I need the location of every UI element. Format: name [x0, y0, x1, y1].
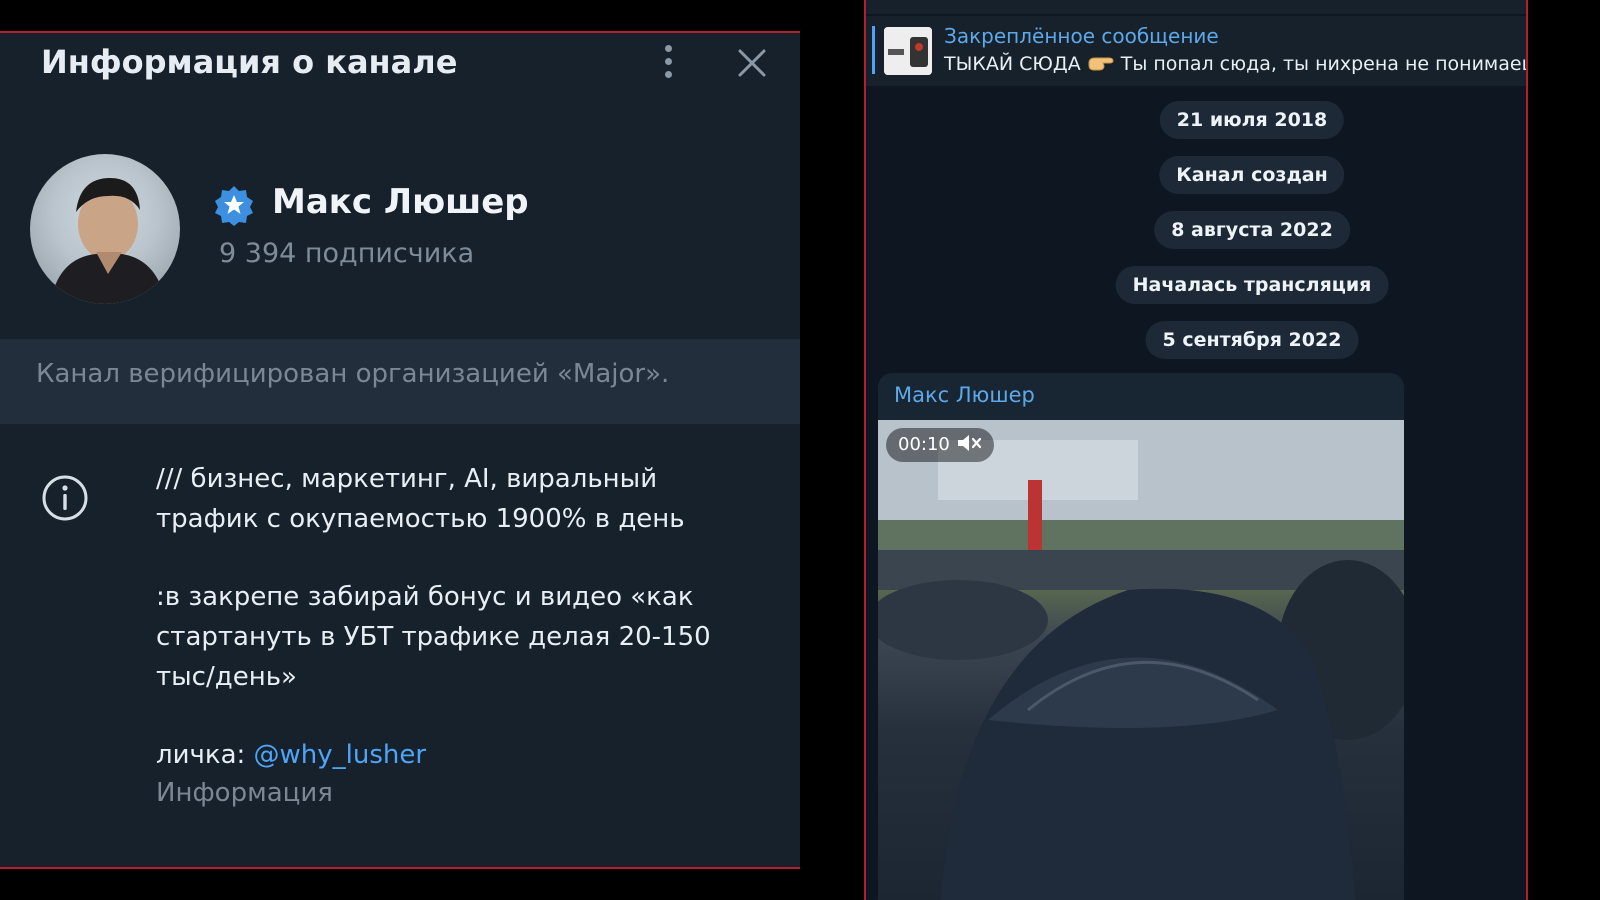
video-message[interactable]: 00:10	[878, 420, 1404, 900]
pinned-thumbnail	[884, 27, 932, 75]
channel-avatar[interactable]	[30, 154, 180, 304]
description-line: трафик с окупаемостью 1900% в день	[156, 504, 685, 534]
pinned-preview: ТЫКАЙ СЮДА Ты попал сюда, ты нихрена не п…	[944, 53, 1528, 75]
contact-handle-link[interactable]: @why_lusher	[254, 740, 427, 770]
subscriber-count: 9 394 подписчика	[219, 238, 475, 269]
pinned-accent-line	[872, 26, 875, 74]
contact-label: личка:	[156, 740, 246, 770]
service-message: 8 августа 2022	[1154, 211, 1350, 249]
description-line: :в закрепе забирай бонус и видео «как	[156, 582, 694, 612]
service-message: Канал создан	[1159, 156, 1345, 194]
verified-badge-icon	[213, 184, 255, 226]
channel-post: Макс Люшер 00:10	[878, 373, 1404, 900]
description-line: тыс/день»	[156, 662, 297, 692]
close-icon[interactable]	[732, 43, 772, 83]
contact-line: личка: @why_lusher	[156, 735, 756, 775]
panel-title: Информация о канале	[41, 43, 458, 81]
info-header: Информация о канале	[0, 33, 800, 93]
chat-panel: Закреплённое сообщение ТЫКАЙ СЮДА Ты попа…	[864, 0, 1528, 900]
channel-info-panel: Информация о канале Макс Люшер 9 394 под…	[0, 31, 800, 869]
duration-text: 00:10	[898, 434, 950, 455]
screen: Информация о канале Макс Люшер 9 394 под…	[0, 0, 1600, 900]
channel-description: /// бизнес, маркетинг, AI, виральный тра…	[156, 459, 756, 775]
verification-band: Канал верифицирован организацией «Major»…	[0, 339, 800, 424]
description-line: /// бизнес, маркетинг, AI, виральный	[156, 464, 658, 494]
pinned-text-end: Ты попал сюда, ты нихрена не понимаешь	[1120, 53, 1528, 75]
description-line: стартануть в УБТ трафике делая 20-150	[156, 622, 711, 652]
service-message: Началась трансляция	[1115, 266, 1389, 304]
muted-speaker-icon[interactable]	[956, 431, 982, 451]
pinned-title: Закреплённое сообщение	[944, 24, 1219, 48]
kebab-menu-icon[interactable]	[660, 45, 676, 79]
video-duration: 00:10	[886, 428, 994, 462]
post-author[interactable]: Макс Люшер	[894, 383, 1035, 407]
pinned-text-start: ТЫКАЙ СЮДА	[944, 53, 1081, 75]
chat-top-strip	[866, 0, 1526, 14]
pinned-message-bar[interactable]: Закреплённое сообщение ТЫКАЙ СЮДА Ты попа…	[866, 16, 1528, 86]
channel-name: Макс Люшер	[272, 182, 529, 222]
pointing-hand-icon	[1087, 54, 1115, 72]
service-message: 5 сентября 2022	[1145, 321, 1359, 359]
verification-text: Канал верифицирован организацией «Major»…	[36, 359, 670, 389]
service-message: 21 июля 2018	[1159, 101, 1345, 139]
description-caption: Информация	[156, 778, 333, 808]
info-icon	[40, 473, 90, 523]
